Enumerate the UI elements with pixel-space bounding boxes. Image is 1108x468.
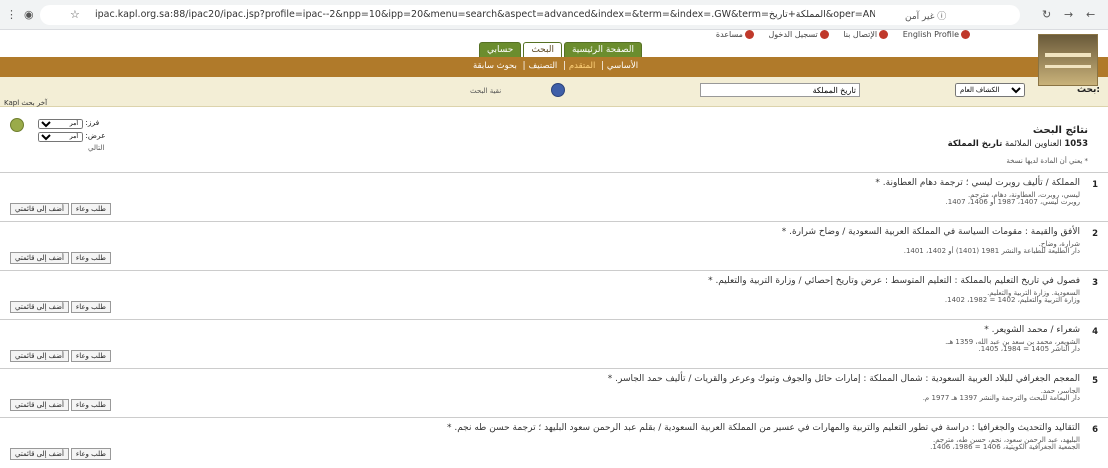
result-publisher: روبرت ليسي، 1407، 1987 أو 1406، 1407. [945,198,1081,206]
result-title[interactable]: شعراء / محمد الشويعر. * [984,325,1080,335]
result-number: 3 [1092,278,1098,288]
top-links: English Profile الإتصال بنا تسجيل الدخول… [650,30,970,39]
result-title[interactable]: المملكة / تأليف روبرت ليسي ؛ ترجمة دهام … [875,178,1080,188]
result-number: 2 [1092,229,1098,239]
back-icon[interactable]: ← [1086,8,1095,22]
add-to-list-button[interactable]: أضف إلى قائمتي [10,252,69,264]
add-to-list-button[interactable]: أضف إلى قائمتي [10,203,69,215]
url-text[interactable]: ipac.kapl.org.sa:88/ipac20/ipac.jsp?prof… [95,9,875,20]
reload-icon[interactable]: ↻ [1042,8,1051,22]
search-input[interactable] [700,83,860,97]
result-title[interactable]: المعجم الجغرافي للبلاد العربية السعودية … [608,374,1080,384]
list-item: 6 التقاليد والتحديث والجغرافيا : دراسة ف… [0,417,1108,462]
result-title[interactable]: التقاليد والتحديث والجغرافيا : دراسة في … [447,423,1080,433]
sort-row: فرز: أمر [34,118,99,130]
contact-icon [879,30,889,39]
refine-search-label[interactable]: نقية البحث [470,87,501,95]
bookmark-star-icon[interactable]: ☆ [70,8,80,22]
result-number: 5 [1092,376,1098,386]
add-to-list-button[interactable]: أضف إلى قائمتي [10,350,69,362]
result-publisher: دار الناشر 1405 = 1984، 1405. [978,345,1080,353]
sort-select[interactable]: أمر [38,119,83,129]
show-select[interactable]: أمر [38,132,83,142]
result-title[interactable]: فصول في تاريخ التعليم بالمملكة : التعليم… [708,276,1080,286]
english-profile-link[interactable]: English Profile [897,30,970,39]
nav-previous-searches[interactable]: بحوث سابقة [473,61,517,71]
english-icon [961,30,970,39]
tab-home[interactable]: الصفحة الرئيسية [563,42,643,58]
security-chip[interactable]: ⓘ غير آمن [905,9,946,22]
list-item: 5 المعجم الجغرافي للبلاد العربية السعودي… [0,368,1108,413]
search-bar: بحث: الكشاف العام نقية البحث آخر بحث Kap… [0,77,1108,107]
result-title[interactable]: الأفق والقيمة : مقومات السياسة في المملك… [782,227,1080,237]
profile-icon[interactable]: ◉ [24,8,34,22]
list-item: 2 الأفق والقيمة : مقومات السياسة في المم… [0,221,1108,266]
search-go-button[interactable] [551,83,565,97]
next-link[interactable]: التالي [88,144,104,152]
contact-link[interactable]: الإتصال بنا [837,30,889,39]
site-header: English Profile الإتصال بنا تسجيل الدخول… [0,30,1108,86]
result-publisher: الجمعية الجغرافية الكويتية، 1406 = 1986،… [930,443,1080,451]
result-number: 1 [1092,180,1098,190]
result-number: 6 [1092,425,1098,435]
last-search-link[interactable]: آخر بحث Kapl [4,99,47,107]
result-number: 4 [1092,327,1098,337]
settings-icon[interactable] [10,118,24,132]
list-item: 3 فصول في تاريخ التعليم بالمملكة : التعل… [0,270,1108,315]
add-to-list-button[interactable]: أضف إلى قائمتي [10,399,69,411]
list-item: 1 المملكة / تأليف روبرت ليسي ؛ ترجمة دها… [0,172,1108,217]
login-link[interactable]: تسجيل الدخول [762,30,829,39]
help-link[interactable]: مساعدة [710,30,754,39]
request-button[interactable]: طلب وعاء [70,252,111,264]
login-icon [819,30,829,39]
nav-basic[interactable]: الأساسي [607,61,638,71]
search-label: بحث: [1076,85,1100,95]
request-button[interactable]: طلب وعاء [70,448,111,460]
nav-advanced[interactable]: المتقدم [569,61,595,71]
result-publisher: دار اليمامة للبحث والترجمة والنشر 1397 ه… [922,394,1080,402]
tab-search[interactable]: البحث [523,42,562,58]
search-type-nav: الأساسي| المتقدم| التصنيف| بحوث سابقة [0,57,1108,77]
results-header: نتائج البحث 1053 العناوين الملائمة تاريخ… [948,125,1088,149]
request-button[interactable]: طلب وعاء [70,203,111,215]
main-tabs: الصفحة الرئيسية البحث حسابي [477,42,643,58]
menu-dots-icon[interactable]: ⋮ [6,8,17,22]
add-to-list-button[interactable]: أضف إلى قائمتي [10,448,69,460]
index-select[interactable]: الكشاف العام [955,83,1025,97]
result-publisher: وزارة التربية والتعليم، 1402 = 1982، 140… [944,296,1080,304]
request-button[interactable]: طلب وعاء [70,399,111,411]
request-button[interactable]: طلب وعاء [70,301,111,313]
nav-classification[interactable]: التصنيف [528,61,557,71]
results-count: 1053 العناوين الملائمة تاريخ المملكة [947,139,1088,149]
show-row: عرض: أمر [34,131,106,143]
library-logo [1038,34,1098,86]
help-icon [744,30,754,39]
browser-toolbar: ⋮ ◉ ☆ ipac.kapl.org.sa:88/ipac20/ipac.js… [0,0,1108,30]
add-to-list-button[interactable]: أضف إلى قائمتي [10,301,69,313]
list-item: 4 شعراء / محمد الشويعر. * الشويعر، محمد … [0,319,1108,364]
forward-icon[interactable]: → [1064,8,1073,22]
copy-note: * يعني أن المادة لديها نسخة [1006,157,1088,165]
tab-my-account[interactable]: حسابي [479,42,522,58]
result-publisher: دار الطليعة للطباعة والنشر 1981 (1401) أ… [903,247,1080,255]
results-title: نتائج البحث [1032,125,1088,136]
request-button[interactable]: طلب وعاء [70,350,111,362]
